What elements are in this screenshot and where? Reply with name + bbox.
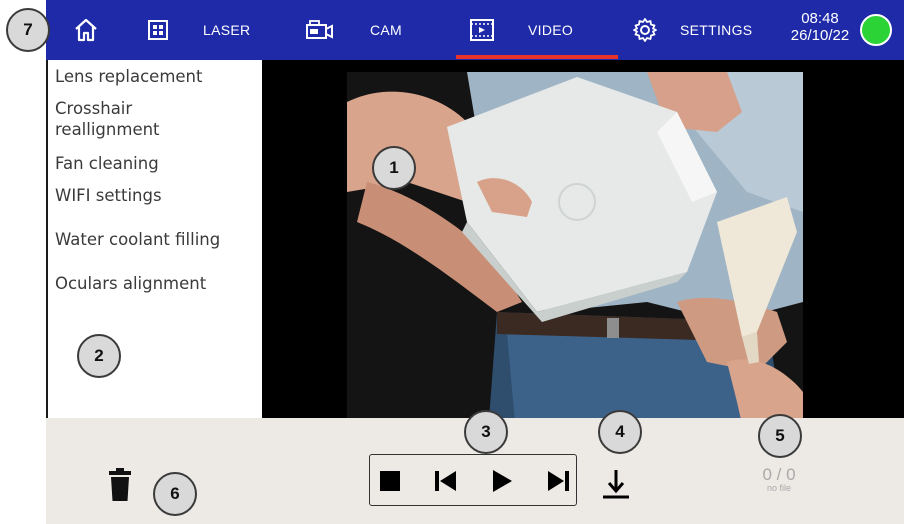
film-icon[interactable] xyxy=(466,14,498,46)
playback-controls xyxy=(369,454,577,506)
list-item[interactable]: WIFI settings xyxy=(55,185,162,206)
callout-marker: 5 xyxy=(758,414,802,458)
list-item[interactable]: Fan cleaning xyxy=(55,153,159,174)
tab-video[interactable]: VIDEO xyxy=(528,22,573,38)
grid-icon[interactable] xyxy=(142,14,174,46)
tab-laser[interactable]: LASER xyxy=(203,22,250,38)
clock: 08:48 26/10/22 xyxy=(784,10,856,44)
play-icon[interactable] xyxy=(488,467,516,495)
list-item[interactable]: Water coolant filling xyxy=(55,229,220,250)
video-list: Lens replacement Crosshair reallignment … xyxy=(46,60,252,418)
list-item[interactable]: Oculars alignment xyxy=(55,273,206,294)
tab-settings[interactable]: SETTINGS xyxy=(680,22,752,38)
screen: LASER CAM VIDEO SETTINGS 08:48 26/10/22 … xyxy=(0,0,904,524)
camera-icon[interactable] xyxy=(304,14,336,46)
counter-value: 0 / 0 xyxy=(762,465,796,484)
file-counter: 0 / 0 no file xyxy=(752,466,806,493)
callout-marker: 2 xyxy=(77,334,121,378)
next-icon[interactable] xyxy=(544,467,572,495)
tab-cam[interactable]: CAM xyxy=(370,22,402,38)
callout-marker: 7 xyxy=(6,8,50,52)
active-tab-indicator xyxy=(456,55,618,59)
callout-marker: 3 xyxy=(464,410,508,454)
stop-icon[interactable] xyxy=(376,467,404,495)
download-icon[interactable] xyxy=(600,466,632,502)
callout-marker: 6 xyxy=(153,472,197,516)
previous-icon[interactable] xyxy=(432,467,460,495)
status-indicator xyxy=(860,14,892,46)
callout-marker: 1 xyxy=(372,146,416,190)
top-navigation-bar: LASER CAM VIDEO SETTINGS 08:48 26/10/22 xyxy=(46,0,904,60)
file-status: no file xyxy=(766,483,792,493)
time-text: 08:48 xyxy=(801,10,839,27)
gear-icon[interactable] xyxy=(629,14,661,46)
date-text: 26/10/22 xyxy=(790,27,850,44)
trash-icon[interactable] xyxy=(108,468,132,502)
callout-marker: 4 xyxy=(598,410,642,454)
list-item[interactable]: Crosshair reallignment xyxy=(55,98,185,140)
video-frame xyxy=(347,72,803,446)
video-player[interactable] xyxy=(262,60,904,448)
list-item[interactable]: Lens replacement xyxy=(55,66,202,87)
home-icon[interactable] xyxy=(70,14,102,46)
